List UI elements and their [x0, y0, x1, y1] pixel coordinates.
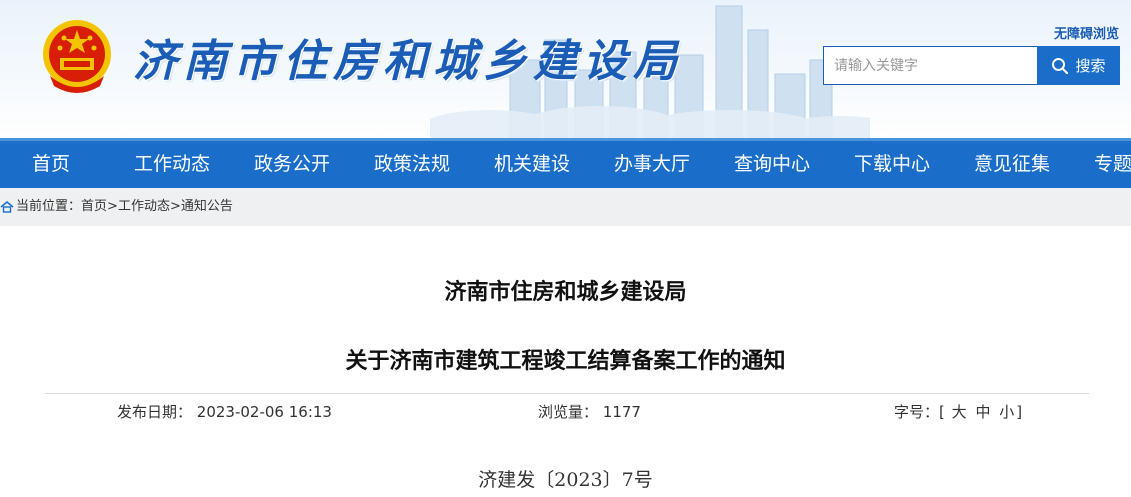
font-size-control: 字号：[ 大 中 小]	[894, 403, 1023, 421]
article-issuer: 济南市住房和城乡建设局	[444, 280, 687, 305]
publish-date: 发布日期： 2023-02-06 16:13	[117, 401, 332, 422]
site-title: 济南市住房和城乡建设局	[133, 36, 683, 87]
view-count: 浏览量： 1177	[538, 401, 641, 422]
font-size-small-button[interactable]: 小	[997, 403, 1016, 421]
search-icon	[1052, 57, 1069, 74]
font-size-large-button[interactable]: 大	[950, 403, 969, 421]
nav-item-party-building[interactable]: 机关建设	[494, 141, 570, 188]
breadcrumb-prefix: 当前位置：	[16, 199, 82, 214]
nav-item-policies[interactable]: 政策法规	[374, 141, 450, 188]
nav-item-service-hall[interactable]: 办事大厅	[614, 141, 690, 188]
publish-date-value: 2023-02-06 16:13	[196, 403, 332, 421]
search-box: 搜索	[823, 46, 1120, 85]
breadcrumb-bar: 当前位置： 首页 > 工作动态 > 通知公告	[0, 188, 1131, 226]
accessibility-link[interactable]: 无障碍浏览	[1054, 23, 1119, 42]
nav-item-work-news[interactable]: 工作动态	[134, 141, 210, 188]
breadcrumb-separator: >	[169, 199, 181, 214]
breadcrumb-home[interactable]: 首页	[81, 188, 107, 226]
view-count-label: 浏览量：	[538, 403, 599, 421]
nav-item-topics[interactable]: 专题	[1094, 141, 1131, 188]
nav-item-gov-affairs[interactable]: 政务公开	[254, 141, 330, 188]
nav-item-download-center[interactable]: 下载中心	[854, 141, 930, 188]
breadcrumb-work-news[interactable]: 工作动态	[118, 188, 170, 226]
document-number: 济建发〔2023〕7号	[478, 469, 653, 491]
search-button-label: 搜索	[1075, 57, 1106, 75]
nav-item-home[interactable]: 首页	[32, 141, 70, 188]
font-size-label: 字号：	[894, 403, 940, 421]
view-count-value: 1177	[602, 403, 641, 421]
national-emblem-icon	[43, 20, 111, 93]
publish-date-label: 发布日期：	[117, 403, 193, 421]
nav-item-query-center[interactable]: 查询中心	[734, 141, 810, 188]
search-input[interactable]	[823, 46, 1037, 85]
search-button[interactable]: 搜索	[1037, 46, 1120, 85]
breadcrumb: 当前位置： 首页 > 工作动态 > 通知公告	[0, 188, 233, 226]
home-icon	[0, 200, 14, 213]
nav-item-feedback[interactable]: 意见征集	[974, 141, 1050, 188]
article-title: 关于济南市建筑工程竣工结算备案工作的通知	[345, 349, 786, 374]
font-size-medium-button[interactable]: 中	[973, 403, 992, 421]
breadcrumb-notices[interactable]: 通知公告	[181, 188, 233, 226]
main-nav: 首页 工作动态 政务公开 政策法规 机关建设 办事大厅 查询中心 下载中心 意见…	[0, 138, 1131, 188]
title-divider	[45, 393, 1089, 394]
site-header: 济南市住房和城乡建设局 无障碍浏览 搜索	[0, 0, 1131, 138]
breadcrumb-separator: >	[107, 199, 118, 214]
